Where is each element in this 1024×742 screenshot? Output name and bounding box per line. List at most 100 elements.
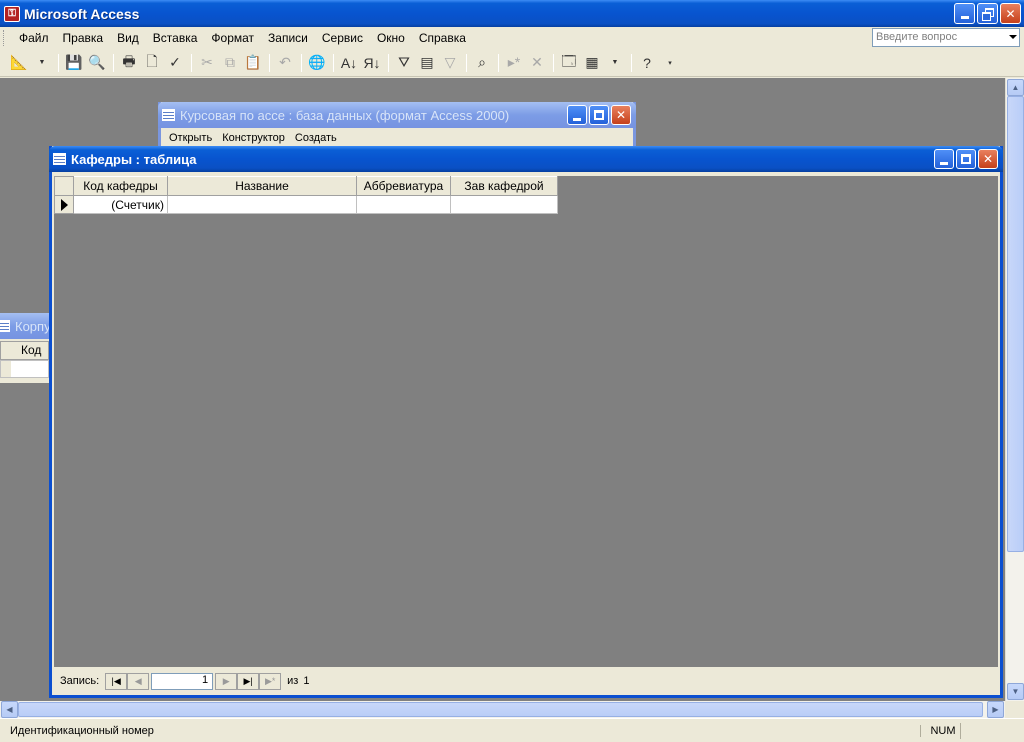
chevron-down-icon[interactable] bbox=[1009, 35, 1017, 39]
column-header-kod[interactable]: Код кафедры bbox=[73, 176, 168, 196]
menu-records[interactable]: Записи bbox=[261, 31, 315, 45]
search-file-icon[interactable]: 🔍 bbox=[86, 52, 108, 74]
save-icon[interactable]: 💾 bbox=[63, 52, 85, 74]
undo-icon[interactable]: ↶ bbox=[274, 52, 296, 74]
db-minimize-button[interactable] bbox=[567, 105, 587, 125]
db-open-button[interactable]: Открыть bbox=[169, 132, 212, 144]
horizontal-scrollbar[interactable]: ◀ ▶ bbox=[0, 701, 1005, 718]
next-record-button[interactable]: ▶ bbox=[215, 672, 238, 690]
close-button[interactable]: ✕ bbox=[1000, 3, 1021, 24]
num-lock-indicator: NUM bbox=[920, 724, 960, 737]
new-record-nav-button[interactable]: ▶* bbox=[259, 672, 282, 690]
print-icon[interactable]: 🖶 bbox=[118, 52, 140, 74]
arrow-left-icon: ◀ bbox=[6, 705, 13, 714]
toolbar-separator bbox=[333, 53, 334, 72]
filter-by-selection-icon[interactable]: ⛛ bbox=[393, 52, 415, 74]
hyperlink-icon[interactable]: 🌐 bbox=[306, 52, 328, 74]
horizontal-scroll-thumb[interactable] bbox=[18, 702, 983, 717]
database-window-titlebar[interactable]: Курсовая по ассе : база данных (формат A… bbox=[158, 102, 636, 128]
filter-by-form-icon[interactable]: ▤ bbox=[416, 52, 438, 74]
toolbar-options-icon[interactable]: ▾ bbox=[659, 52, 681, 74]
menu-format[interactable]: Формат bbox=[204, 31, 261, 45]
first-record-button[interactable]: |◀ bbox=[105, 672, 128, 690]
cell-abbreviatura[interactable] bbox=[356, 195, 451, 214]
arrow-right-icon: ▶ bbox=[992, 705, 999, 714]
row-selector[interactable] bbox=[1, 361, 11, 377]
db-design-button[interactable]: Конструктор bbox=[222, 132, 285, 144]
app-titlebar[interactable]: ⚿ Microsoft Access ✕ bbox=[0, 0, 1024, 27]
paste-icon[interactable]: 📋 bbox=[242, 52, 264, 74]
database-toolbar: Открыть Конструктор Создать bbox=[161, 128, 633, 148]
scroll-up-button[interactable]: ▲ bbox=[1007, 79, 1024, 96]
background-table-window[interactable]: Корпу Код bbox=[0, 313, 52, 383]
close-icon: ✕ bbox=[615, 108, 627, 122]
background-table-title: Корпу bbox=[15, 318, 51, 334]
current-record-input[interactable]: 1 bbox=[151, 672, 214, 690]
menu-window[interactable]: Окно bbox=[370, 31, 412, 45]
restore-button[interactable] bbox=[977, 3, 998, 24]
minimize-icon bbox=[573, 117, 581, 121]
toolbar-separator bbox=[498, 53, 499, 72]
sort-ascending-icon[interactable]: A↓ bbox=[338, 52, 360, 74]
vertical-scroll-thumb[interactable] bbox=[1007, 96, 1024, 552]
vertical-scrollbar[interactable]: ▲ ▼ bbox=[1005, 78, 1024, 701]
scroll-corner bbox=[1005, 701, 1024, 718]
cell-nazvanie[interactable] bbox=[167, 195, 357, 214]
db-close-button[interactable]: ✕ bbox=[611, 105, 631, 125]
menu-view[interactable]: Вид bbox=[110, 31, 146, 45]
db-maximize-button[interactable] bbox=[589, 105, 609, 125]
delete-record-icon[interactable]: ✕ bbox=[526, 52, 548, 74]
database-window-icon[interactable]: 🗔 bbox=[558, 52, 580, 74]
cut-icon[interactable]: ✂ bbox=[196, 52, 218, 74]
app-title: Microsoft Access bbox=[24, 5, 140, 22]
scroll-right-button[interactable]: ▶ bbox=[987, 701, 1004, 718]
minimize-button[interactable] bbox=[954, 3, 975, 24]
toolbar-separator bbox=[631, 53, 632, 72]
cell-kod[interactable]: (Счетчик) bbox=[73, 195, 168, 214]
row-selector[interactable] bbox=[54, 195, 74, 214]
table-maximize-button[interactable] bbox=[956, 149, 976, 169]
new-object-icon[interactable]: ▦ bbox=[581, 52, 603, 74]
toolbar-separator bbox=[553, 53, 554, 72]
help-icon[interactable]: ? bbox=[636, 52, 658, 74]
apply-filter-icon[interactable]: ▽ bbox=[439, 52, 461, 74]
kafedry-table-window[interactable]: Кафедры : таблица ✕ Код кафедры Название… bbox=[49, 146, 1003, 698]
copy-icon[interactable]: ⧉ bbox=[219, 52, 241, 74]
ask-question-input[interactable]: Введите вопрос bbox=[872, 28, 1020, 47]
db-create-button[interactable]: Создать bbox=[295, 132, 337, 144]
scroll-left-button[interactable]: ◀ bbox=[1, 701, 18, 718]
menu-insert[interactable]: Вставка bbox=[146, 31, 205, 45]
table-close-button[interactable]: ✕ bbox=[978, 149, 998, 169]
mdi-client-area: Курсовая по ассе : база данных (формат A… bbox=[0, 78, 1005, 701]
sort-descending-icon[interactable]: Я↓ bbox=[361, 52, 383, 74]
background-table-titlebar[interactable]: Корпу bbox=[0, 313, 52, 339]
background-row[interactable] bbox=[0, 360, 49, 378]
menu-file[interactable]: Файл bbox=[12, 31, 56, 45]
menu-edit[interactable]: Правка bbox=[56, 31, 111, 45]
table-window-titlebar[interactable]: Кафедры : таблица ✕ bbox=[49, 146, 1003, 172]
menubar-grip[interactable] bbox=[3, 30, 6, 46]
new-object-dropdown-icon[interactable]: ▼ bbox=[604, 52, 626, 74]
toolbar-separator bbox=[191, 53, 192, 72]
cell-zav[interactable] bbox=[450, 195, 558, 214]
menu-help[interactable]: Справка bbox=[412, 31, 473, 45]
new-record-icon[interactable]: ▸* bbox=[503, 52, 525, 74]
menu-tools[interactable]: Сервис bbox=[315, 31, 370, 45]
previous-record-button[interactable]: ◀ bbox=[127, 672, 150, 690]
view-design-icon[interactable]: 📐 bbox=[8, 52, 30, 74]
table-minimize-button[interactable] bbox=[934, 149, 954, 169]
select-all-cell[interactable] bbox=[54, 176, 74, 196]
view-dropdown-icon[interactable]: ▼ bbox=[31, 52, 53, 74]
datasheet-area[interactable]: Код кафедры Название Аббревиатура Зав ка… bbox=[54, 176, 998, 667]
column-header-zav[interactable]: Зав кафедрой bbox=[450, 176, 558, 196]
column-header-nazvanie[interactable]: Название bbox=[167, 176, 357, 196]
column-header-abbreviatura[interactable]: Аббревиатура bbox=[356, 176, 451, 196]
last-record-button[interactable]: ▶| bbox=[237, 672, 260, 690]
table-icon bbox=[53, 153, 66, 165]
standard-toolbar: 📐 ▼ 💾 🔍 🖶 🗋 ✓ ✂ ⧉ 📋 ↶ 🌐 A↓ Я↓ ⛛ ▤ ▽ ⌕ ▸*… bbox=[0, 49, 1024, 77]
spelling-icon[interactable]: ✓ bbox=[164, 52, 186, 74]
scroll-down-button[interactable]: ▼ bbox=[1007, 683, 1024, 700]
print-preview-icon[interactable]: 🗋 bbox=[141, 52, 163, 74]
background-column-header[interactable]: Код bbox=[0, 341, 49, 360]
find-binoculars-icon[interactable]: ⌕ bbox=[471, 52, 493, 74]
